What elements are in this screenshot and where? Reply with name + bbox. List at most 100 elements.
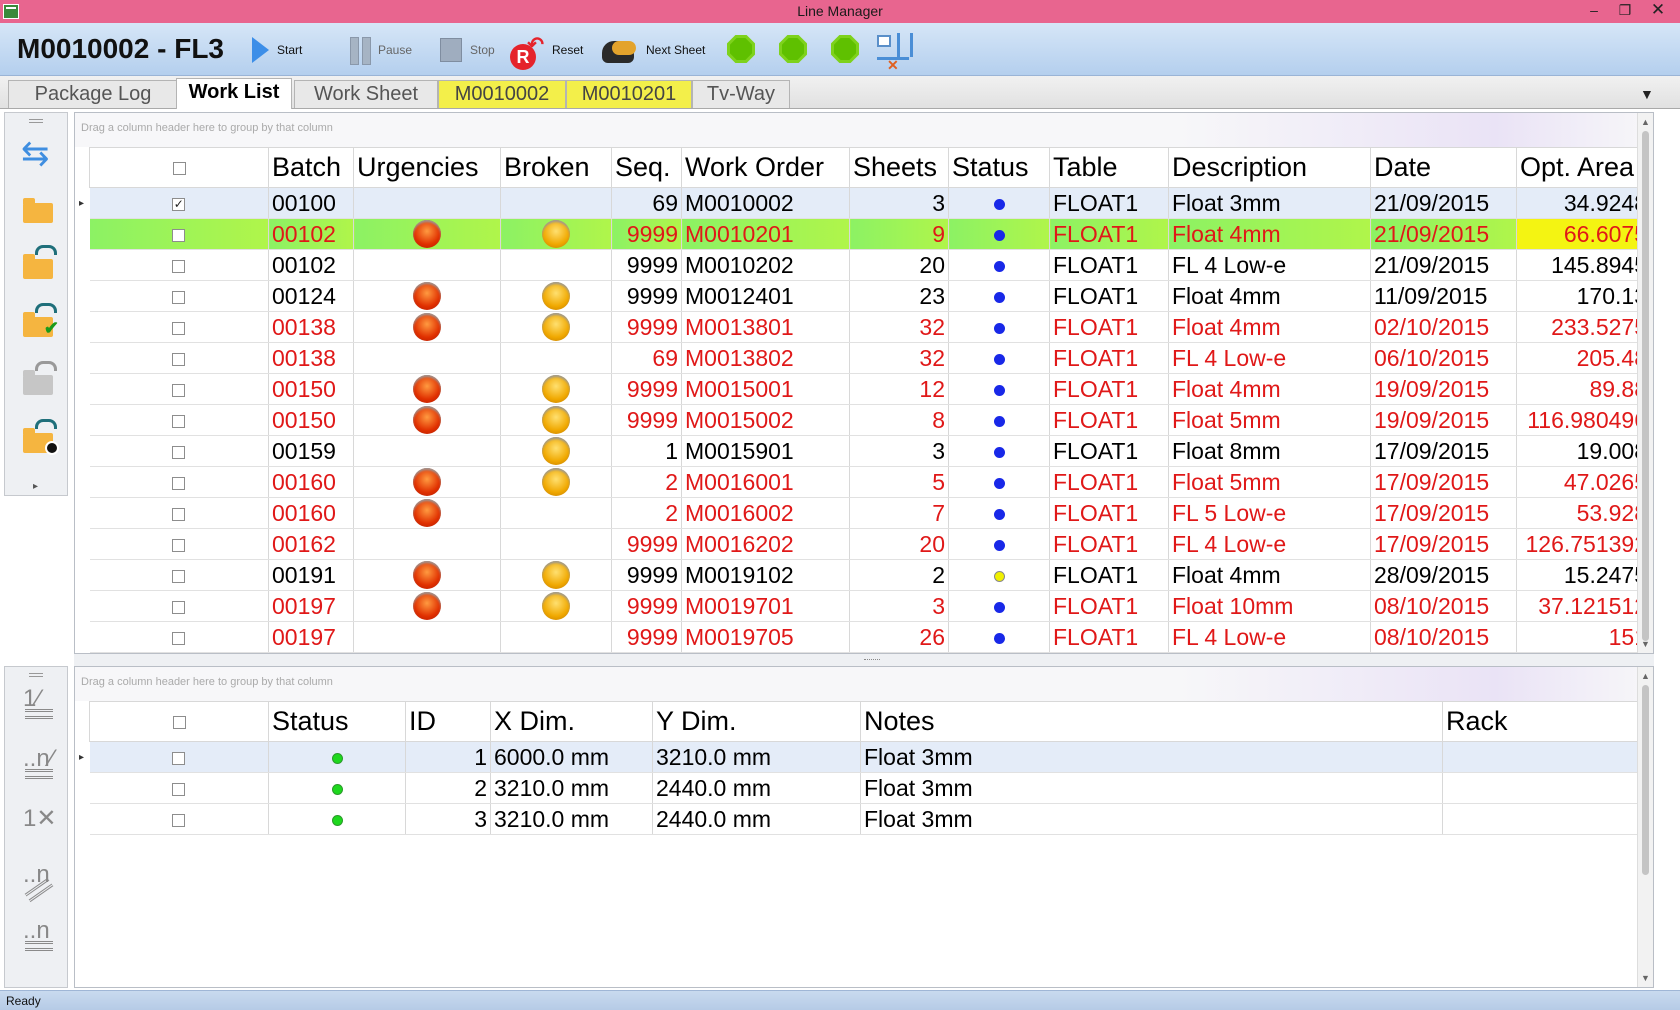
- tab-package-log[interactable]: Package Log: [8, 80, 178, 108]
- table-row[interactable]: 00102 9999 M0010202 20 FLOAT1 FL 4 Low-e 21/09…: [89, 249, 1651, 281]
- table-row[interactable]: 00102 9999 M0010201 9 FLOAT1 Float 4mm 21/09/2…: [89, 218, 1651, 250]
- row-checkbox[interactable]: [89, 311, 269, 343]
- tab-m0010201[interactable]: M0010201: [566, 80, 692, 108]
- row-checkbox[interactable]: [89, 497, 269, 529]
- row-checkbox[interactable]: [89, 466, 269, 498]
- col-header-work-order[interactable]: Work Order: [681, 147, 850, 188]
- tab-tv-way[interactable]: Tv-Way: [692, 80, 790, 108]
- checkbox[interactable]: [172, 259, 186, 273]
- col-header-status[interactable]: Status: [268, 701, 406, 742]
- row-checkbox[interactable]: [89, 590, 269, 622]
- row-checkbox[interactable]: [89, 435, 269, 467]
- scroll-thumb[interactable]: [1642, 685, 1649, 875]
- checkbox[interactable]: [172, 631, 186, 645]
- table-row[interactable]: 00160 2 M0016002 7 FLOAT1 FL 5 Low-e 17/09/201…: [89, 497, 1651, 529]
- checkbox[interactable]: [172, 476, 186, 490]
- col-header-sheets[interactable]: Sheets: [849, 147, 949, 188]
- checkbox[interactable]: [172, 782, 186, 796]
- n-ruler-icon[interactable]: ..n: [19, 861, 59, 903]
- group-by-panel[interactable]: Drag a column header here to group by th…: [75, 667, 1653, 701]
- row-checkbox[interactable]: [89, 342, 269, 374]
- checkbox[interactable]: [172, 507, 186, 521]
- col-header-rack[interactable]: Rack: [1442, 701, 1641, 742]
- minimize-button[interactable]: –: [1579, 0, 1609, 22]
- col-header-urgencies[interactable]: Urgencies: [353, 147, 501, 188]
- col-header-opt-area[interactable]: Opt. Area: [1516, 147, 1651, 188]
- checkbox[interactable]: [172, 321, 186, 335]
- row-checkbox[interactable]: [89, 280, 269, 312]
- col-header-notes[interactable]: Notes: [860, 701, 1443, 742]
- select-all-checkbox[interactable]: [89, 701, 269, 742]
- open-folder-icon[interactable]: [19, 189, 59, 225]
- table-row[interactable]: 00197 9999 M0019705 26 FLOAT1 FL 4 Low-e 08/10…: [89, 621, 1651, 653]
- table-row[interactable]: 00138 9999 M0013801 32 FLOAT1 Float 4mm 02/10/…: [89, 311, 1651, 343]
- row-checkbox[interactable]: [89, 218, 269, 250]
- col-header-table[interactable]: Table: [1049, 147, 1169, 188]
- checkbox[interactable]: [172, 569, 186, 583]
- folder-hand-record-icon[interactable]: [19, 419, 59, 455]
- col-header-status[interactable]: Status: [948, 147, 1050, 188]
- col-header-y-dim[interactable]: Y Dim.: [652, 701, 861, 742]
- expand-arrow-icon[interactable]: ▸: [33, 481, 38, 492]
- scroll-thumb[interactable]: [1642, 131, 1649, 641]
- row-checkbox[interactable]: [89, 803, 269, 835]
- close-button[interactable]: ✕: [1643, 0, 1673, 22]
- reset-button[interactable]: R ↶ Reset: [510, 23, 583, 76]
- table-row[interactable]: 00124 9999 M0012401 23 FLOAT1 Float 4mm 11/09/…: [89, 280, 1651, 312]
- sync-icon[interactable]: ⇆: [19, 135, 59, 171]
- pause-button[interactable]: Pause: [350, 23, 412, 76]
- table-row[interactable]: 00197 9999 M0019701 3 FLOAT1 Float 10mm 08/10/…: [89, 590, 1651, 622]
- checkbox[interactable]: [172, 352, 186, 366]
- col-header-seq[interactable]: Seq.: [611, 147, 682, 188]
- col-header-description[interactable]: Description: [1168, 147, 1371, 188]
- col-header-date[interactable]: Date: [1370, 147, 1517, 188]
- table-row[interactable]: 00150 9999 M0015002 8 FLOAT1 Float 5mm 19/09/2…: [89, 404, 1651, 436]
- table-row[interactable]: 00162 9999 M0016202 20 FLOAT1 FL 4 Low-e 17/09…: [89, 528, 1651, 560]
- row-checkbox[interactable]: [89, 772, 269, 804]
- col-header-id[interactable]: ID: [405, 701, 491, 742]
- tab-work-sheet[interactable]: Work Sheet: [294, 80, 438, 108]
- row-checkbox[interactable]: [89, 741, 269, 773]
- green-indicator-2[interactable]: [779, 35, 807, 63]
- row-checkbox[interactable]: [89, 404, 269, 436]
- tab-m0010002[interactable]: M0010002: [438, 80, 566, 108]
- work-list-scrollbar[interactable]: ▲ ▼: [1637, 113, 1653, 653]
- table-row[interactable]: 00191 9999 M0019102 2 FLOAT1 Float 4mm 28/09/2…: [89, 559, 1651, 591]
- table-row[interactable]: 00159 1 M0015901 3 FLOAT1 Float 8mm 17/09/2015…: [89, 435, 1651, 467]
- table-row[interactable]: ✓ 00100 69 M0010002 3 FLOAT1 Float 3mm 21/09/20…: [89, 187, 1651, 219]
- start-button[interactable]: Start: [252, 23, 302, 76]
- n-list-icon[interactable]: ..n: [19, 917, 59, 953]
- checkbox[interactable]: [172, 383, 186, 397]
- row-checkbox[interactable]: [89, 249, 269, 281]
- panel-splitter[interactable]: [74, 654, 1654, 666]
- folder-hand-gray-icon[interactable]: [19, 361, 59, 397]
- select-all-checkbox[interactable]: [89, 147, 269, 188]
- toolbar-grip[interactable]: [29, 673, 43, 677]
- restore-button[interactable]: ❐: [1610, 0, 1640, 22]
- col-header-x-dim[interactable]: X Dim.: [490, 701, 653, 742]
- tab-work-list[interactable]: Work List: [176, 78, 292, 109]
- tab-list-dropdown-icon[interactable]: ▼: [1640, 86, 1654, 102]
- checkbox[interactable]: [172, 751, 186, 765]
- green-indicator-1[interactable]: [727, 35, 755, 63]
- stop-button[interactable]: Stop: [440, 23, 495, 76]
- green-indicator-3[interactable]: [831, 35, 859, 63]
- checkbox[interactable]: [172, 600, 186, 614]
- n-pencil-icon[interactable]: ..n⁄: [19, 745, 59, 781]
- one-pencil-cross-icon[interactable]: 1✕: [19, 805, 59, 841]
- checkbox[interactable]: [172, 538, 186, 552]
- folders-hand-icon[interactable]: [19, 245, 59, 281]
- sheet-list-scrollbar[interactable]: ▲ ▼: [1637, 667, 1653, 987]
- table-row[interactable]: 00150 9999 M0015001 12 FLOAT1 Float 4mm 19/09/…: [89, 373, 1651, 405]
- row-checkbox[interactable]: [89, 373, 269, 405]
- checkbox[interactable]: [172, 414, 186, 428]
- group-by-panel[interactable]: Drag a column header here to group by th…: [75, 113, 1653, 147]
- row-checkbox[interactable]: ✓: [89, 187, 269, 219]
- table-row[interactable]: 2 3210.0 mm 2440.0 mm Float 3mm: [89, 772, 1641, 804]
- next-sheet-button[interactable]: Next Sheet: [600, 23, 705, 76]
- layout-tools-icon[interactable]: ✕: [873, 31, 915, 73]
- folder-hand-check-icon[interactable]: ✔: [19, 303, 59, 339]
- row-checkbox[interactable]: [89, 528, 269, 560]
- col-header-batch[interactable]: Batch: [268, 147, 354, 188]
- one-pencil-icon[interactable]: 1⁄: [19, 685, 59, 721]
